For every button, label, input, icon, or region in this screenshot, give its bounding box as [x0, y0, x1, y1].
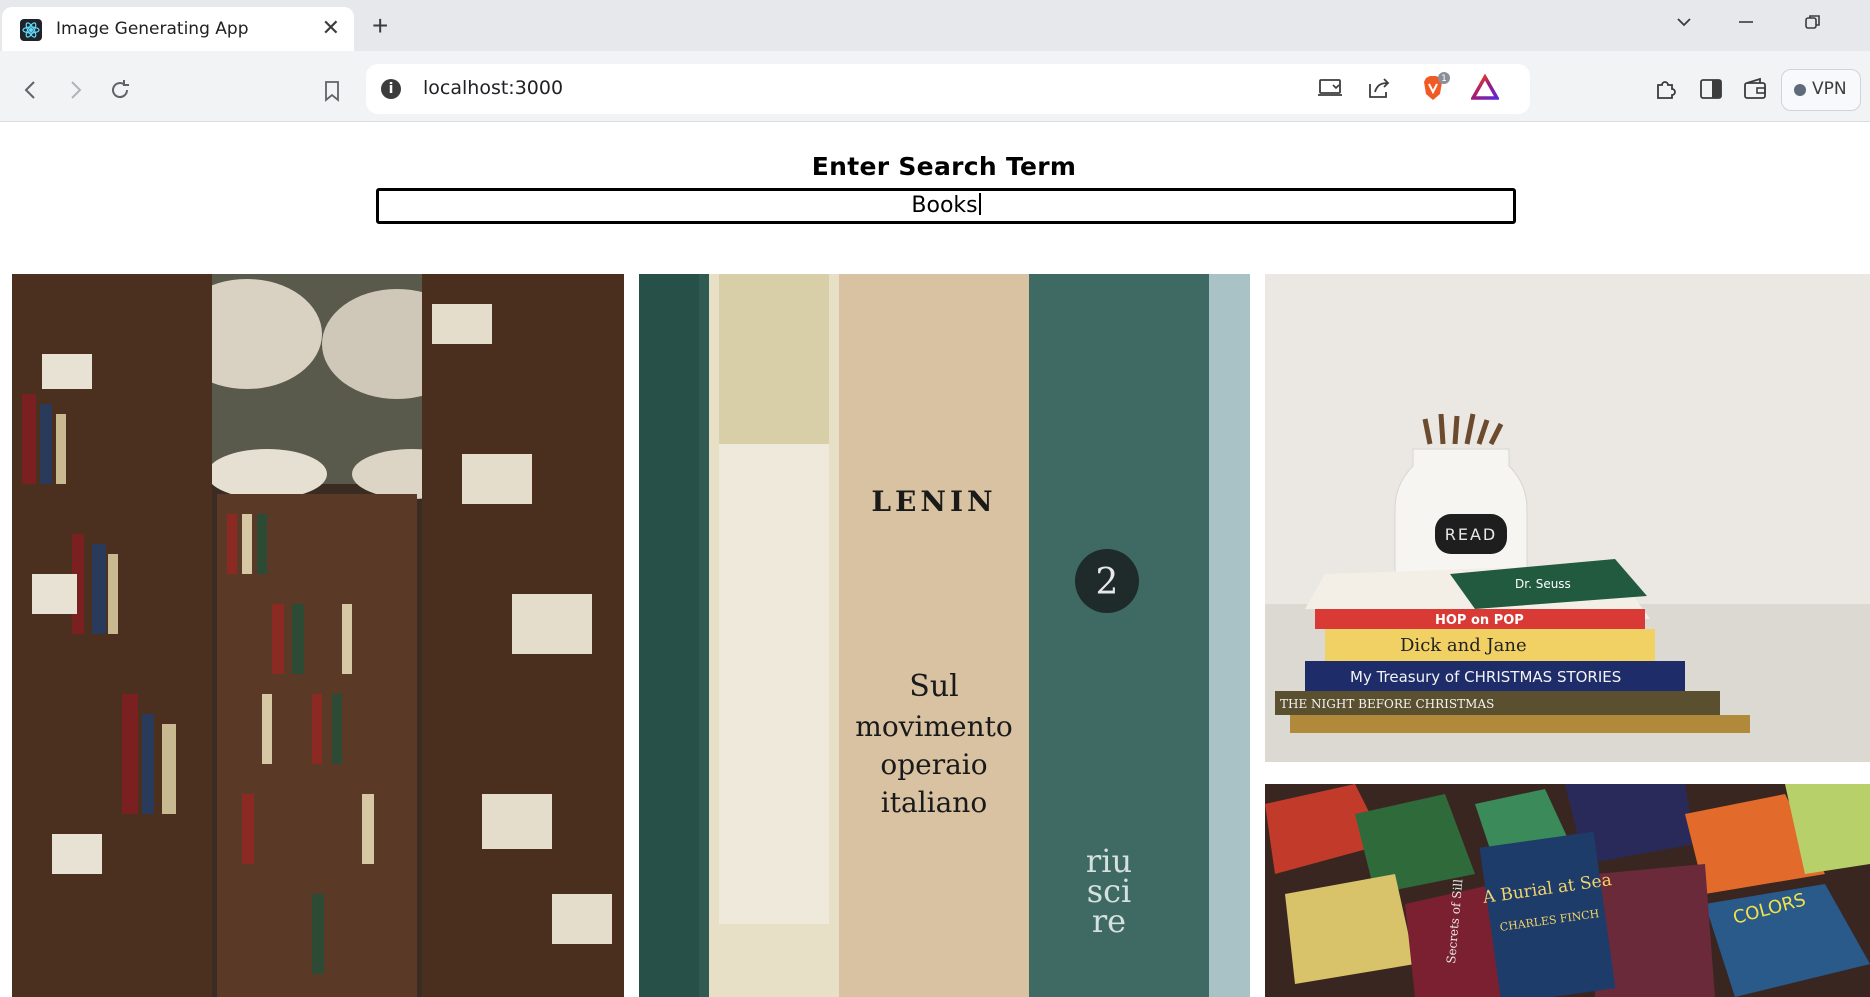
extensions-icon[interactable]: [1653, 76, 1679, 102]
back-icon[interactable]: [20, 79, 42, 101]
restore-icon[interactable]: [1803, 12, 1823, 32]
result-image-book-spines[interactable]: LENIN Sul movimento operaio italiano 2 r…: [639, 274, 1250, 997]
result-image-library[interactable]: [12, 274, 624, 997]
book-title-night-before: THE NIGHT BEFORE CHRISTMAS: [1280, 697, 1494, 711]
share-icon[interactable]: [1366, 76, 1394, 100]
tab-close-icon[interactable]: ✕: [322, 17, 340, 39]
tab-active[interactable]: Image Generating App ✕: [2, 7, 354, 51]
spine-text-lenin: LENIN: [871, 485, 996, 518]
tab-strip: Image Generating App ✕ +: [0, 0, 1870, 51]
minimize-icon[interactable]: [1736, 12, 1756, 32]
result-image-book-pile[interactable]: A Burial at Sea CHARLES FINCH COLORS Sec…: [1265, 784, 1870, 997]
book-title-christmas-stories: My Treasury of CHRISTMAS STORIES: [1350, 668, 1621, 686]
result-image-read-jar[interactable]: READ Dr. Seuss HOP on POP Dick and Jane …: [1265, 274, 1870, 762]
spine-title-line-2: movimento: [855, 710, 1012, 743]
vpn-label: VPN: [1812, 79, 1847, 99]
brave-shields-icon[interactable]: 1: [1418, 72, 1450, 104]
sidebar-toggle-icon[interactable]: [1698, 76, 1724, 102]
url-text[interactable]: localhost:3000: [423, 77, 563, 99]
book-title-dick-jane: Dick and Jane: [1400, 635, 1527, 656]
text-caret: [978, 193, 981, 215]
new-tab-button[interactable]: +: [372, 12, 388, 40]
search-input-value: Books: [911, 193, 978, 218]
bookmark-icon[interactable]: [321, 79, 343, 103]
forward-icon[interactable]: [64, 79, 86, 101]
search-input[interactable]: Books: [376, 188, 1516, 224]
spine-title-line-3: operaio: [880, 748, 987, 781]
react-favicon-icon: [20, 19, 42, 41]
tab-search-chevron-icon[interactable]: [1674, 12, 1694, 32]
page-content: Enter Search Term Books LENIN Sul movime…: [0, 122, 1870, 997]
shields-badge-count: 1: [1441, 74, 1447, 84]
spine-title-line-4: italiano: [881, 786, 987, 819]
wallet-icon[interactable]: [1742, 76, 1768, 102]
reload-icon[interactable]: [108, 78, 132, 102]
spine-number: 2: [1096, 562, 1119, 603]
spine-title-line-1: Sul: [909, 669, 958, 704]
book-title-dr-seuss: Dr. Seuss: [1515, 577, 1571, 591]
vpn-button[interactable]: VPN: [1781, 69, 1861, 111]
vpn-status-icon: [1794, 84, 1806, 96]
spine-text-re: re: [1092, 902, 1126, 940]
search-label: Enter Search Term: [811, 152, 1077, 181]
jar-label-text: READ: [1445, 525, 1498, 544]
tab-title: Image Generating App: [56, 19, 249, 39]
site-info-icon[interactable]: i: [381, 79, 401, 99]
brave-rewards-icon[interactable]: [1471, 74, 1499, 102]
cast-install-icon[interactable]: [1317, 76, 1345, 100]
book-title-hop-on-pop: HOP on POP: [1435, 613, 1524, 628]
